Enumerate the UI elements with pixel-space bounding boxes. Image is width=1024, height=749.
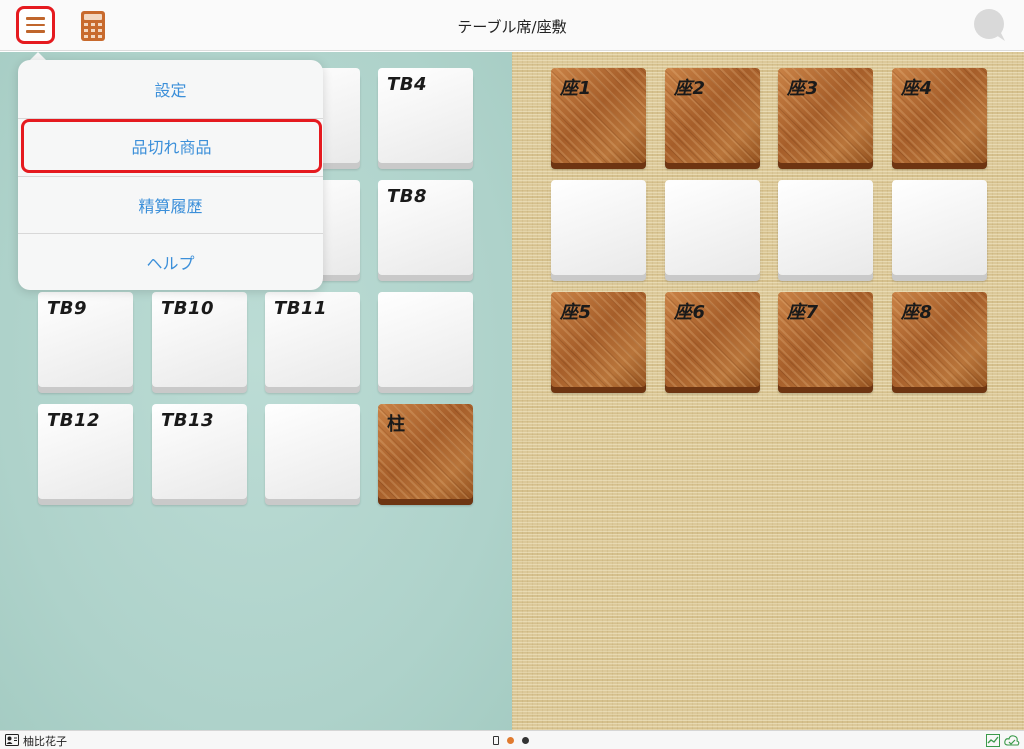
menu-item-label: 精算履歴 <box>138 197 203 216</box>
chart-check-icon <box>986 734 1000 747</box>
status-footer: 柚比花子 <box>0 730 1024 749</box>
zashiki-seat-tile[interactable]: 座6 <box>665 292 760 387</box>
zashiki-seat-label: 座6 <box>674 302 706 323</box>
page-dot[interactable] <box>522 737 529 744</box>
zashiki-seat-label: 座7 <box>787 302 819 323</box>
zashiki-seat-label: 座1 <box>560 78 592 99</box>
table-tile[interactable]: TB11 <box>265 292 360 387</box>
menu-item-payment-history[interactable]: 精算履歴 <box>18 176 323 234</box>
menu-item-help[interactable]: ヘルプ <box>18 233 323 291</box>
zashiki-seat-label: 座5 <box>560 302 592 323</box>
table-tile[interactable] <box>378 292 473 387</box>
table-tile[interactable]: TB8 <box>378 180 473 275</box>
main-dropdown-menu: 設定 品切れ商品 精算履歴 ヘルプ <box>18 60 323 290</box>
cloud-sync-icon <box>1004 735 1020 746</box>
zashiki-seat-label: 座4 <box>901 78 933 99</box>
table-tile-label: TB13 <box>161 410 215 431</box>
zashiki-seat-tile[interactable]: 座7 <box>778 292 873 387</box>
zashiki-seat-tile[interactable]: 座1 <box>551 68 646 163</box>
zashiki-seat-tile[interactable]: 座8 <box>892 292 987 387</box>
page-dot-active[interactable] <box>507 737 514 744</box>
zashiki-seat-tile[interactable]: 座4 <box>892 68 987 163</box>
menu-item-label: ヘルプ <box>146 254 195 273</box>
table-tile[interactable]: TB4 <box>378 68 473 163</box>
table-tile[interactable]: TB13 <box>152 404 247 499</box>
menu-item-label: 設定 <box>154 81 187 100</box>
table-tile[interactable]: TB12 <box>38 404 133 499</box>
header-bar: テーブル席/座敷 <box>0 0 1024 51</box>
menu-item-label: 品切れ商品 <box>131 138 212 157</box>
table-tile-label: TB11 <box>274 298 328 319</box>
zashiki-seat-label: 座3 <box>787 78 819 99</box>
table-tile-label: TB4 <box>387 74 428 95</box>
table-tile-label: TB8 <box>387 186 428 207</box>
zashiki-seat-tile[interactable] <box>892 180 987 275</box>
page-title: テーブル席/座敷 <box>457 18 567 36</box>
zashiki-seat-tile[interactable]: 座3 <box>778 68 873 163</box>
device-icon <box>493 736 499 745</box>
pillar-tile[interactable]: 柱 <box>378 404 473 499</box>
table-tile[interactable]: TB10 <box>152 292 247 387</box>
user-card-icon <box>5 734 19 746</box>
table-tile-label: TB9 <box>47 298 88 319</box>
pillar-tile-label: 柱 <box>387 414 406 435</box>
zashiki-seat-label: 座8 <box>901 302 933 323</box>
zashiki-seat-label: 座2 <box>674 78 706 99</box>
chat-bubble-icon[interactable] <box>972 8 1008 44</box>
menu-item-settings[interactable]: 設定 <box>18 60 323 118</box>
table-tile[interactable] <box>265 404 360 499</box>
zashiki-seat-tile[interactable] <box>551 180 646 275</box>
zashiki-seat-tile[interactable] <box>778 180 873 275</box>
user-name: 柚比花子 <box>23 735 67 748</box>
zashiki-seat-tile[interactable]: 座2 <box>665 68 760 163</box>
page-indicator <box>493 736 529 745</box>
table-tile-label: TB12 <box>47 410 101 431</box>
zashiki-seat-tile[interactable]: 座5 <box>551 292 646 387</box>
zashiki-seat-tile[interactable] <box>665 180 760 275</box>
table-tile[interactable]: TB9 <box>38 292 133 387</box>
menu-item-sold-out-items[interactable]: 品切れ商品 <box>21 119 322 173</box>
table-tile-label: TB10 <box>161 298 215 319</box>
